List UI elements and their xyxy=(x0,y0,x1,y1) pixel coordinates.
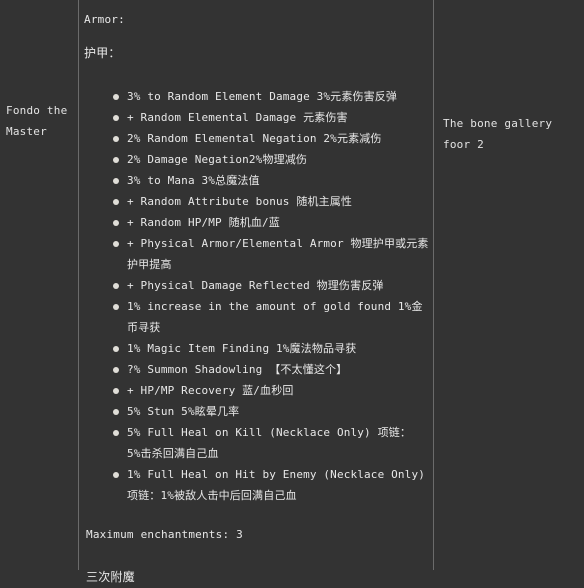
right-panel: The bone gallery foor 2 xyxy=(434,0,584,570)
spacer-after-list xyxy=(84,506,429,524)
list-item: + Random HP/MP 随机血/蓝 xyxy=(113,212,429,233)
armor-heading-en: Armor: xyxy=(84,13,125,26)
list-item: 1% Magic Item Finding 1%魔法物品寻获 xyxy=(113,338,429,359)
list-item: + Random Elemental Damage 元素伤害 xyxy=(113,107,429,128)
max-enchantments-zh: 三次附魔 xyxy=(86,570,135,584)
list-item: 2% Damage Negation2%物理减伤 xyxy=(113,149,429,170)
list-item: + Physical Damage Reflected 物理伤害反弹 xyxy=(113,275,429,296)
left-panel-label: Fondo the Master xyxy=(6,104,68,138)
list-item: 1% increase in the amount of gold found … xyxy=(113,296,429,338)
list-item: 5% Full Heal on Kill (Necklace Only) 项链：… xyxy=(113,422,429,464)
screen-root: Fondo the Master Armor: 护甲： 3% to Random… xyxy=(0,0,584,584)
list-item: + HP/MP Recovery 蓝/血秒回 xyxy=(113,380,429,401)
enchantment-list: 3% to Random Element Damage 3%元素伤害反弹 + R… xyxy=(84,86,429,506)
right-panel-label: The bone gallery foor 2 xyxy=(443,117,553,151)
list-item: 3% to Mana 3%总魔法值 xyxy=(113,170,429,191)
spacer-before-footer-zh xyxy=(84,545,429,567)
spacer-after-heading-en xyxy=(84,30,429,43)
max-enchantments-en: Maximum enchantments: 3 xyxy=(86,528,243,541)
list-item: 2% Random Elemental Negation 2%元素减伤 xyxy=(113,128,429,149)
center-panel: Armor: 护甲： 3% to Random Element Damage 3… xyxy=(79,0,433,584)
list-item: + Random Attribute bonus 随机主属性 xyxy=(113,191,429,212)
list-item: + Physical Armor/Elemental Armor 物理护甲或元素… xyxy=(113,233,429,275)
list-item: ?% Summon Shadowling 【不太懂这个】 xyxy=(113,359,429,380)
spacer-before-list xyxy=(84,64,429,86)
armor-heading-zh: 护甲： xyxy=(84,46,121,60)
left-panel: Fondo the Master xyxy=(0,0,78,570)
list-item: 3% to Random Element Damage 3%元素伤害反弹 xyxy=(113,86,429,107)
list-item: 1% Full Heal on Hit by Enemy (Necklace O… xyxy=(113,464,429,506)
list-item: 5% Stun 5%眩晕几率 xyxy=(113,401,429,422)
